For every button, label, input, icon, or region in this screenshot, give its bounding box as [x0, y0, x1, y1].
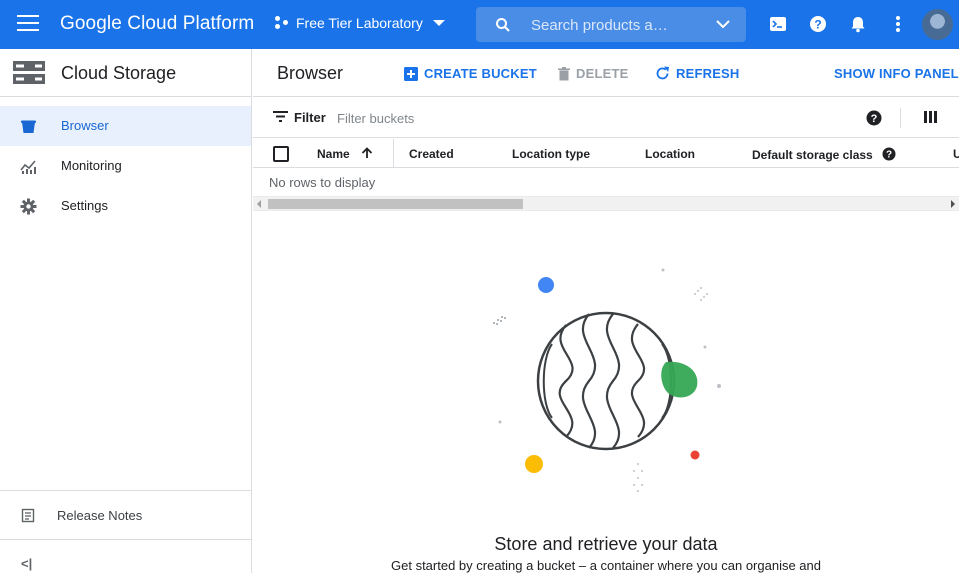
sidebar-item-settings[interactable]: Settings	[0, 186, 251, 226]
sidebar-item-label: Settings	[61, 198, 108, 213]
more-vert-icon[interactable]	[888, 14, 908, 34]
notifications-icon[interactable]	[848, 14, 868, 34]
sidebar-header: Cloud Storage	[0, 49, 251, 97]
gear-icon	[20, 198, 37, 215]
svg-text:?: ?	[871, 113, 878, 125]
release-notes-icon	[21, 508, 35, 523]
search-icon	[496, 18, 510, 32]
create-bucket-label: CREATE BUCKET	[424, 66, 537, 81]
empty-state-description: Get started by creating a bucket – a con…	[391, 558, 821, 573]
filter-icon	[273, 111, 288, 122]
project-selector[interactable]: Free Tier Laboratory	[275, 15, 445, 31]
storage-globe-illustration	[493, 268, 721, 492]
chevron-down-icon[interactable]	[716, 19, 730, 29]
empty-state-title: Store and retrieve your data	[494, 534, 718, 554]
sort-ascending-icon	[361, 147, 373, 158]
column-header-name[interactable]: Name	[317, 147, 373, 161]
help-icon[interactable]: ?	[882, 147, 896, 161]
refresh-icon	[656, 66, 669, 80]
refresh-label: REFRESH	[676, 66, 740, 81]
collapse-sidebar-button[interactable]: <|	[0, 539, 251, 575]
search-box[interactable]	[476, 7, 746, 42]
collapse-icon: <|	[21, 556, 33, 571]
cloud-storage-icon	[13, 61, 45, 84]
caret-down-icon	[432, 20, 445, 26]
help-icon[interactable]: ?	[866, 110, 882, 126]
page-title: Browser	[277, 63, 344, 83]
refresh-button[interactable]: REFRESH	[655, 66, 740, 81]
search-input[interactable]	[531, 15, 681, 35]
show-info-panel-label: SHOW INFO PANEL	[834, 66, 959, 81]
product-title: Cloud Storage	[61, 63, 177, 83]
delete-button[interactable]: DELETE	[558, 66, 628, 81]
sidebar-footer: Release Notes <|	[0, 490, 251, 571]
release-notes-label: Release Notes	[57, 508, 143, 523]
filter-label: Filter	[294, 110, 326, 125]
sidebar-item-browser[interactable]: Browser	[0, 106, 251, 146]
menu-icon[interactable]	[17, 15, 39, 33]
divider	[900, 108, 901, 128]
column-display-icon[interactable]	[924, 111, 937, 123]
empty-table-message: No rows to display	[269, 175, 376, 190]
help-icon[interactable]: ?	[808, 14, 828, 34]
svg-text:?: ?	[814, 18, 821, 32]
cloud-shell-icon[interactable]	[768, 14, 788, 34]
filter-input[interactable]	[337, 108, 537, 128]
scroll-right-arrow-icon[interactable]	[951, 200, 955, 208]
main-content: Browser CREATE BUCKET DELETE REFRESH SHO…	[253, 49, 959, 573]
delete-label: DELETE	[576, 66, 629, 81]
add-box-icon	[404, 66, 418, 81]
column-header-location[interactable]: Location	[645, 147, 695, 161]
column-header-label: Default storage class	[752, 148, 873, 162]
top-app-bar: Google Cloud Platform Free Tier Laborato…	[0, 0, 959, 49]
project-dots-icon	[275, 16, 289, 30]
table-header: Name Created Location type Location Defa…	[253, 139, 959, 168]
monitoring-chart-icon	[20, 160, 36, 174]
column-header-label: Name	[317, 147, 350, 161]
action-bar: Browser CREATE BUCKET DELETE REFRESH SHO…	[253, 49, 959, 97]
column-header-location-type[interactable]: Location type	[512, 147, 590, 161]
brand-title[interactable]: Google Cloud Platform	[60, 13, 254, 35]
column-header-storage-class[interactable]: Default storage class ?	[752, 147, 896, 162]
sidebar-item-monitoring[interactable]: Monitoring	[0, 146, 251, 186]
filter-bar: Filter ?	[253, 98, 959, 138]
show-info-panel-button[interactable]: SHOW INFO PANEL	[834, 66, 959, 81]
svg-text:?: ?	[886, 150, 892, 161]
column-header-truncated[interactable]: U	[953, 147, 959, 161]
create-bucket-button[interactable]: CREATE BUCKET	[404, 66, 537, 81]
column-header-created[interactable]: Created	[409, 147, 454, 161]
release-notes-link[interactable]: Release Notes	[0, 491, 251, 539]
select-all-checkbox[interactable]	[273, 146, 289, 162]
scroll-left-arrow-icon[interactable]	[257, 200, 261, 208]
sidebar-item-label: Browser	[61, 118, 109, 133]
scrollbar-thumb[interactable]	[268, 199, 523, 209]
bucket-icon	[21, 120, 36, 133]
horizontal-scrollbar[interactable]	[253, 196, 959, 211]
project-name: Free Tier Laboratory	[296, 15, 423, 31]
trash-icon	[558, 66, 570, 80]
sidebar: Cloud Storage Browser Monitoring Setting…	[0, 49, 252, 573]
avatar[interactable]	[922, 9, 953, 40]
sidebar-item-label: Monitoring	[61, 158, 122, 173]
